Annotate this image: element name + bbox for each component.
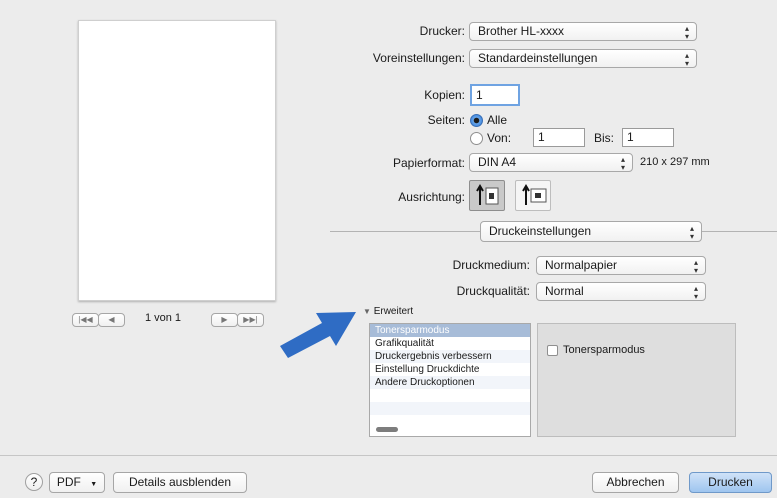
landscape-orientation-icon (522, 184, 547, 205)
portrait-orientation-icon (476, 184, 499, 205)
presets-label: Voreinstellungen: (372, 51, 465, 65)
list-item-toner-save[interactable]: Tonersparmodus (370, 324, 530, 337)
toner-save-checkbox[interactable] (547, 345, 558, 356)
orientation-label: Ausrichtung: (398, 190, 465, 204)
updown-arrows-icon: ▴ ▾ (693, 284, 698, 301)
dropdown-arrow-icon: ▼ (90, 481, 98, 488)
list-item-label: Tonersparmodus (375, 325, 450, 336)
updown-arrows-icon: ▴ ▾ (689, 224, 694, 241)
horizontal-scrollbar[interactable] (376, 427, 398, 432)
pages-all-label: Alle (487, 113, 508, 127)
printer-select[interactable]: Brother HL-xxxx ▴ ▾ (469, 22, 697, 41)
paper-select[interactable]: DIN A4 ▴ ▾ (469, 153, 633, 172)
pages-label: Seiten: (427, 113, 465, 127)
pages-to-label: Bis: (594, 131, 615, 145)
presets-select[interactable]: Standardeinstellungen ▴ ▾ (469, 49, 697, 68)
landscape-orientation-button[interactable] (515, 180, 551, 211)
options-panel (537, 323, 736, 437)
hide-details-label: Details ausblenden (128, 475, 232, 489)
toner-save-checkbox-label: Tonersparmodus (563, 344, 645, 356)
printer-label: Drucker: (419, 24, 465, 38)
list-item-other-options[interactable]: Andere Druckoptionen (370, 376, 530, 389)
last-page-button[interactable]: ▶▶| (237, 313, 264, 327)
next-page-button[interactable]: ▶ (211, 313, 238, 327)
section-select[interactable]: Druckeinstellungen ▴ ▾ (480, 221, 702, 242)
advanced-label: Erweitert (373, 306, 414, 317)
presets-value: Standardeinstellungen (478, 51, 598, 65)
copies-value: 1 (476, 88, 483, 102)
list-item-improve-output[interactable]: Druckergebnis verbessern (370, 350, 530, 363)
pages-from-label: Von: (487, 131, 512, 145)
copies-input[interactable]: 1 (470, 84, 520, 106)
list-filler-row (370, 402, 530, 415)
cancel-label: Abbrechen (606, 475, 665, 489)
copies-label: Kopien: (424, 88, 465, 102)
pages-to-input[interactable]: 1 (622, 128, 674, 147)
prev-page-button[interactable]: ◀ (98, 313, 125, 327)
footer-separator (0, 455, 777, 456)
section-value: Druckeinstellungen (489, 224, 592, 238)
help-button[interactable]: ? (25, 473, 43, 491)
list-item-density[interactable]: Einstellung Druckdichte (370, 363, 530, 376)
pages-from-radio[interactable] (470, 132, 483, 145)
preview-page (78, 20, 276, 301)
paper-value: DIN A4 (478, 155, 517, 169)
quality-label: Druckqualität: (456, 284, 530, 298)
hide-details-button[interactable]: Details ausblenden (113, 472, 247, 493)
list-item-label: Einstellung Druckdichte (375, 364, 480, 375)
pdf-menu-button[interactable]: PDF ▼ (49, 472, 105, 493)
print-label: Drucken (708, 475, 753, 489)
list-filler-row (370, 389, 530, 402)
pages-from-input[interactable]: 1 (533, 128, 585, 147)
pdf-label: PDF (56, 475, 81, 489)
media-value: Normalpapier (545, 258, 618, 272)
pages-all-radio[interactable] (470, 114, 483, 127)
cancel-button[interactable]: Abbrechen (592, 472, 679, 493)
paper-dimensions: 210 x 297 mm (640, 156, 710, 168)
paper-label: Papierformat: (392, 156, 465, 170)
media-select[interactable]: Normalpapier ▴ ▾ (536, 256, 706, 275)
list-item-label: Druckergebnis verbessern (375, 351, 492, 362)
media-label: Druckmedium: (452, 258, 530, 272)
list-item-graphics-quality[interactable]: Grafikqualität (370, 337, 530, 350)
updown-arrows-icon: ▴ ▾ (684, 24, 689, 41)
printer-value: Brother HL-xxxx (478, 24, 565, 38)
help-icon: ? (30, 475, 38, 489)
quality-select[interactable]: Normal ▴ ▾ (536, 282, 706, 301)
portrait-orientation-button[interactable] (469, 180, 505, 211)
arrow-right-icon (280, 312, 356, 358)
disclosure-triangle-icon: ▼ (363, 307, 371, 316)
page-indicator: 1 von 1 (144, 312, 182, 324)
first-page-button[interactable]: |◀◀ (72, 313, 99, 327)
list-item-label: Andere Druckoptionen (375, 377, 475, 388)
quality-value: Normal (545, 284, 584, 298)
updown-arrows-icon: ▴ ▾ (693, 258, 698, 275)
updown-arrows-icon: ▴ ▾ (620, 155, 625, 172)
advanced-list[interactable]: Tonersparmodus Grafikqualität Druckergeb… (369, 323, 531, 437)
updown-arrows-icon: ▴ ▾ (684, 51, 689, 68)
list-item-label: Grafikqualität (375, 338, 434, 349)
advanced-disclosure[interactable]: ▼ Erweitert (363, 306, 413, 317)
print-button[interactable]: Drucken (689, 472, 772, 493)
